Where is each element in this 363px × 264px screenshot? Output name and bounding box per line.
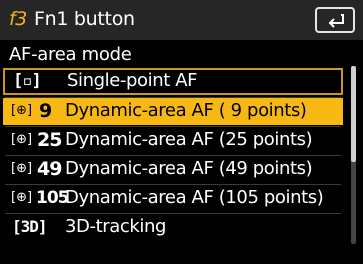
scrollbar-thumb[interactable]	[351, 66, 356, 162]
points-number: 49	[37, 158, 62, 180]
points-number: 25	[37, 129, 62, 151]
menu-item-3d-tracking[interactable]: [3D] 3D-tracking	[3, 214, 343, 241]
dynamic-area-af-icon: [⊕]	[11, 103, 33, 118]
return-arrow-icon	[328, 14, 344, 28]
single-point-af-icon: [▫]	[13, 71, 42, 91]
points-number: 9	[39, 100, 52, 122]
dynamic-area-af-icon: [⊕]	[11, 132, 33, 147]
menu-item-single-point-af[interactable]: [▫] Single-point AF	[3, 68, 343, 95]
points-number: 105	[36, 188, 69, 208]
menu-item-label: Single-point AF	[67, 70, 198, 91]
menu-item-dynamic-49[interactable]: [⊕] 49 Dynamic-area AF (49 points)	[3, 156, 343, 183]
3d-tracking-icon: [3D]	[12, 217, 48, 236]
menu-header: f3 Fn1 button	[0, 0, 363, 40]
dynamic-area-af-icon: [⊕]	[11, 190, 33, 205]
camera-menu-screen: f3 Fn1 button AF-area mode [▫] Single-po…	[0, 0, 363, 264]
menu-item-label: Dynamic-area AF ( 9 points)	[65, 100, 307, 121]
setting-subtitle: AF-area mode	[9, 44, 132, 65]
menu-item-dynamic-25[interactable]: [⊕] 25 Dynamic-area AF (25 points)	[3, 127, 343, 154]
menu-item-label: 3D-tracking	[65, 216, 167, 237]
menu-item-dynamic-9[interactable]: [⊕] 9 Dynamic-area AF ( 9 points)	[3, 98, 343, 125]
menu-item-label: Dynamic-area AF (49 points)	[65, 158, 313, 179]
menu-title: Fn1 button	[34, 8, 135, 30]
dynamic-area-af-icon: [⊕]	[11, 161, 33, 176]
menu-item-label: Dynamic-area AF (105 points)	[65, 187, 324, 208]
back-button[interactable]	[315, 7, 355, 33]
custom-setting-code: f3	[9, 8, 27, 30]
menu-item-label: Dynamic-area AF (25 points)	[65, 129, 313, 150]
menu-item-dynamic-105[interactable]: [⊕] 105 Dynamic-area AF (105 points)	[3, 185, 343, 212]
